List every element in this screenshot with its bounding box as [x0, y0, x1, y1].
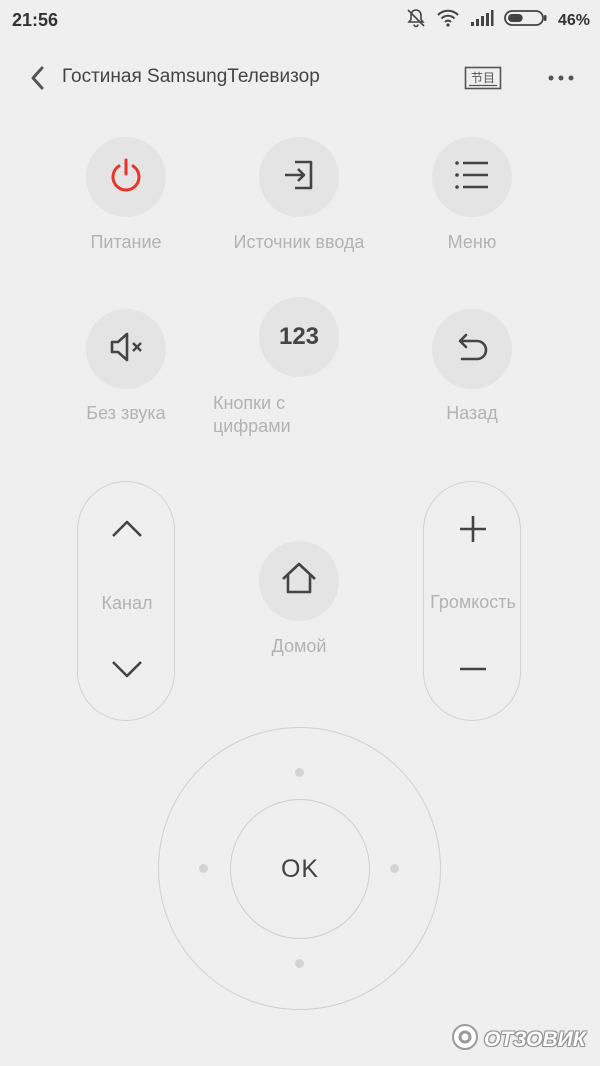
status-time: 21:56 — [12, 10, 59, 30]
mute-icon — [106, 327, 146, 372]
menu-button[interactable] — [432, 137, 512, 217]
wifi-icon — [436, 9, 460, 32]
mute-button[interactable] — [86, 309, 166, 389]
mute-label: Без звука — [86, 403, 166, 423]
power-button[interactable] — [86, 137, 166, 217]
status-icons: 46% — [406, 8, 590, 33]
back-button[interactable] — [432, 309, 512, 389]
mute-bell-icon — [406, 8, 426, 33]
volume-label: Громкость — [430, 592, 516, 612]
home-button[interactable] — [259, 541, 339, 621]
power-icon — [106, 155, 146, 200]
battery-percent: 46% — [557, 11, 590, 29]
more-icon[interactable] — [546, 68, 576, 88]
page-title: Гостиная SamsungТелевизор — [62, 66, 320, 87]
channel-up-button[interactable] — [78, 496, 176, 566]
volume-down-button[interactable] — [424, 636, 522, 706]
watermark: ОТЗОВИК — [450, 1022, 586, 1057]
otzovik-logo-icon — [450, 1022, 480, 1057]
battery-icon — [504, 9, 548, 32]
dpad-right-dot — [390, 864, 399, 873]
guide-label: 节目 — [470, 71, 495, 85]
minus-icon — [457, 653, 489, 690]
numbers-label: Кнопки с цифрами — [213, 393, 291, 436]
dpad-up-button[interactable] — [250, 730, 350, 796]
input-source-button[interactable] — [259, 137, 339, 217]
chevron-up-icon — [110, 518, 144, 545]
channel-label: Канал — [101, 593, 153, 613]
dpad-left-dot — [199, 864, 208, 873]
home-icon — [279, 559, 319, 604]
plus-icon — [457, 513, 489, 550]
menu-icon — [452, 155, 492, 200]
menu-label: Меню — [447, 232, 497, 252]
dpad-up-dot — [295, 768, 304, 777]
dpad-down-button[interactable] — [250, 942, 350, 1008]
ok-label: OK — [280, 854, 320, 883]
input-source-icon — [279, 155, 319, 200]
back-label: Назад — [446, 403, 498, 423]
watermark-text: ОТЗОВИК — [484, 1027, 586, 1051]
dpad-left-button[interactable] — [161, 818, 227, 918]
return-icon — [452, 327, 492, 372]
signal-icon — [470, 9, 494, 32]
dpad-right-button[interactable] — [373, 818, 439, 918]
volume-up-button[interactable] — [424, 496, 522, 566]
channel-control: Канал — [77, 481, 175, 721]
dpad-down-dot — [295, 959, 304, 968]
input-source-label: Источник ввода — [233, 232, 365, 252]
chevron-down-icon — [110, 658, 144, 685]
numbers-icon: 123 — [278, 323, 320, 350]
ok-button[interactable]: OK — [230, 799, 370, 939]
channel-down-button[interactable] — [78, 636, 176, 706]
back-icon[interactable] — [26, 64, 50, 92]
power-label: Питание — [90, 232, 162, 252]
home-label: Домой — [271, 636, 327, 656]
numbers-button[interactable]: 123 — [259, 297, 339, 377]
guide-icon[interactable]: 节目 — [464, 66, 502, 90]
